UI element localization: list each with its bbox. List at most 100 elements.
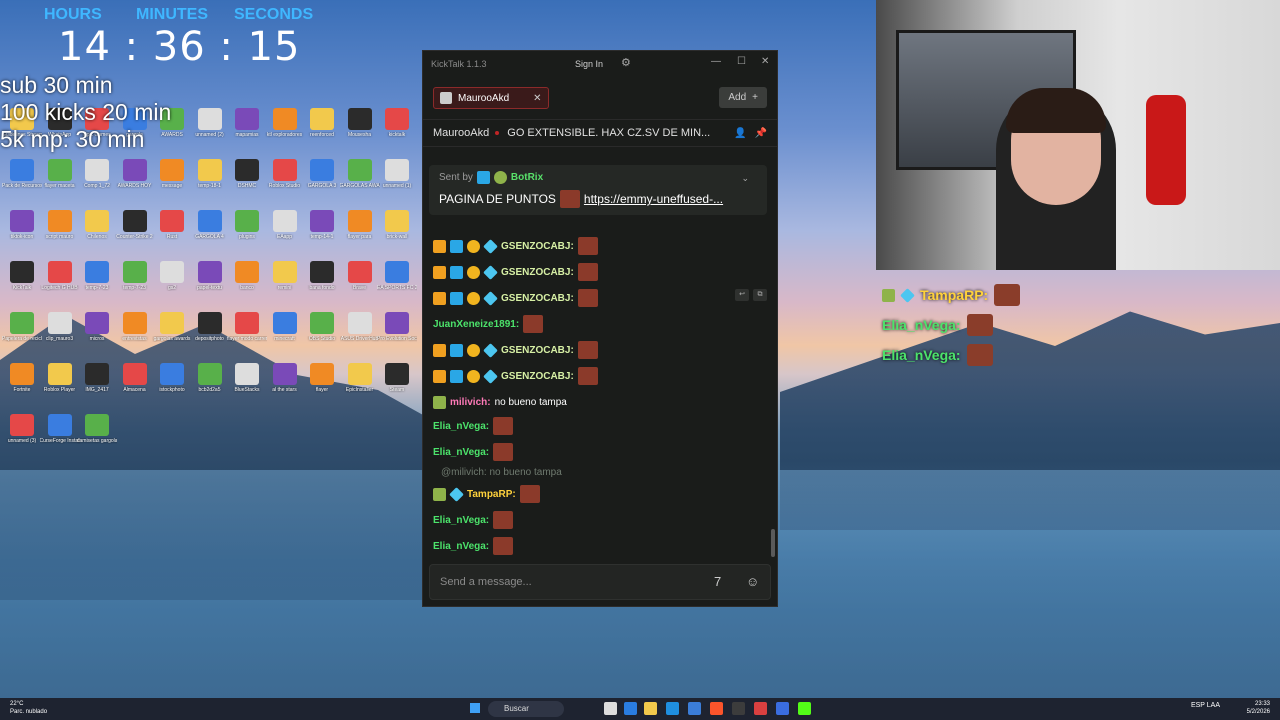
desktop-icon[interactable]: istockphoto <box>152 363 192 407</box>
chat-message[interactable]: Elia_nVega: <box>433 535 514 557</box>
desktop-icon[interactable]: CurseForge Installer <box>40 414 80 458</box>
chat-username[interactable]: milivich: <box>450 397 491 408</box>
desktop-icon[interactable]: remini <box>265 261 305 305</box>
desktop-icon[interactable]: Mousesha <box>340 108 380 152</box>
desktop-icon[interactable]: GARGOLAS AWARD <box>340 159 380 203</box>
chat-username[interactable]: GSENZOCABJ: <box>501 293 574 304</box>
desktop-icon[interactable]: depositphoto <box>190 312 230 356</box>
chevron-down-icon[interactable]: ⌄ <box>741 173 749 184</box>
desktop-icon[interactable]: mapamias <box>227 108 267 152</box>
chat-username[interactable]: Elia_nVega: <box>433 541 489 552</box>
chat-message[interactable]: GSENZOCABJ: <box>433 339 598 361</box>
kicktalk-taskbar-icon[interactable] <box>798 702 811 715</box>
chat-message[interactable]: GSENZOCABJ: <box>433 365 598 387</box>
desktop-icon[interactable]: bana fondo <box>302 261 342 305</box>
desktop-icon[interactable]: papel-textu <box>190 261 230 305</box>
desktop-icon[interactable]: GARGOLA 3 <box>302 159 342 203</box>
desktop-icon[interactable]: message <box>152 159 192 203</box>
brave-icon[interactable] <box>710 702 723 715</box>
desktop-icon[interactable]: entrevistas <box>115 312 155 356</box>
desktop-icon[interactable]: Comp 1_72 <box>77 159 117 203</box>
system-tray[interactable]: ESP LAA <box>1191 702 1220 709</box>
desktop-icon[interactable]: GARGOLA 4 <box>190 210 230 254</box>
desktop-icon[interactable]: Counter-Strike 2 <box>115 210 155 254</box>
gear-icon[interactable]: ⚙ <box>621 56 631 69</box>
chat-message[interactable]: GSENZOCABJ: <box>433 287 598 309</box>
close-tab-icon[interactable]: ✕ <box>533 93 541 104</box>
notepad-icon[interactable] <box>776 702 789 715</box>
desktop-icon[interactable]: Papelera de reciclaje <box>2 312 42 356</box>
desktop-icon[interactable]: AWARDS HOY <box>115 159 155 203</box>
chat-message[interactable]: GSENZOCABJ: <box>433 261 598 283</box>
desktop-icon[interactable]: kicktalk <box>377 108 417 152</box>
desktop-icon[interactable]: IMG_2417 <box>77 363 117 407</box>
clock[interactable]: 23:33 5/2/2026 <box>1247 700 1270 716</box>
language-indicator[interactable]: ESP LAA <box>1191 702 1220 709</box>
chat-username[interactable]: Elia_nVega: <box>433 421 489 432</box>
chat-username[interactable]: GSENZOCABJ: <box>501 371 574 382</box>
desktop-icon[interactable]: Brave <box>340 261 380 305</box>
desktop-icon[interactable]: temp-18-1 <box>190 159 230 203</box>
tab-maurooakd[interactable]: MaurooAkd ✕ <box>433 87 549 109</box>
desktop-icon[interactable]: script mauro <box>40 210 80 254</box>
pin-icon[interactable]: 📌 <box>755 128 767 139</box>
recorder-icon[interactable] <box>754 702 767 715</box>
desktop-icon[interactable]: KickTalk <box>2 261 42 305</box>
sign-in-button[interactable]: Sign In <box>575 59 603 69</box>
pinned-message[interactable]: Sent by BotRix PAGINA DE PUNTOS https://… <box>429 165 767 215</box>
desktop-icon[interactable]: flayer para <box>340 210 380 254</box>
chat-username[interactable]: Elia_nVega: <box>433 447 489 458</box>
file-explorer-icon[interactable] <box>644 702 657 715</box>
desktop-icon[interactable]: flayer maceta <box>40 159 80 203</box>
chat-scrollbar[interactable] <box>771 529 775 557</box>
desktop-icon[interactable]: DSHMC <box>227 159 267 203</box>
seventv-emote-icon[interactable]: 7 <box>714 574 721 589</box>
taskbar-search[interactable]: Buscar <box>488 701 564 717</box>
desktop-icon[interactable]: temp-7-23 <box>77 261 117 305</box>
desktop-icon[interactable]: Steam <box>377 363 417 407</box>
desktop-icon[interactable]: OBS Studio <box>302 312 342 356</box>
desktop-icon[interactable]: Rust <box>152 210 192 254</box>
desktop-icon[interactable]: banco <box>227 261 267 305</box>
desktop-icon[interactable]: temp-7-23 <box>115 261 155 305</box>
close-icon[interactable]: ✕ <box>761 56 769 67</box>
desktop-icon[interactable]: gargolas awards <box>152 312 192 356</box>
chat-username[interactable]: GSENZOCABJ: <box>501 267 574 278</box>
desktop-icon[interactable]: Chilenos <box>77 210 117 254</box>
chat-username[interactable]: Elia_nVega: <box>433 515 489 526</box>
desktop-icon[interactable]: unnamed (2) <box>190 108 230 152</box>
pinned-link[interactable]: https://emmy-uneffused-... <box>584 192 723 206</box>
desktop-icon[interactable]: unnamed (3) <box>2 414 42 458</box>
desktop-icon[interactable]: Roblox Studio <box>265 159 305 203</box>
edge-icon[interactable] <box>624 702 637 715</box>
chat-message[interactable]: Elia_nVega: <box>433 415 514 437</box>
desktop-icon[interactable]: clip_mauro3 <box>40 312 80 356</box>
reply-context[interactable]: @milivich: no bueno tampa <box>441 467 562 478</box>
desktop-icon[interactable]: reenforced <box>302 108 342 152</box>
maximize-icon[interactable]: ☐ <box>737 56 746 67</box>
chat-username[interactable]: JuanXeneize1891: <box>433 319 519 330</box>
desktop-icon[interactable]: ASUS DriverHub <box>340 312 380 356</box>
desktop-icon[interactable]: Logitech G HUB <box>40 261 80 305</box>
user-icon[interactable]: 👤 <box>734 128 746 139</box>
chat-username[interactable]: GSENZOCABJ: <box>501 241 574 252</box>
chat-message[interactable]: TampaRP: <box>433 483 540 505</box>
desktop-icon[interactable]: minecraft <box>265 312 305 356</box>
desktop-icon[interactable]: EA SPORTS FC 26 <box>377 261 417 305</box>
task-view-icon[interactable] <box>604 702 617 715</box>
chat-message[interactable]: Elia_nVega: <box>433 509 514 531</box>
desktop-icon[interactable]: plugins <box>227 210 267 254</box>
weather-widget[interactable]: 22°C Parc. nublado <box>10 700 47 716</box>
obs-icon[interactable] <box>732 702 745 715</box>
desktop-icon[interactable]: flayer modo carrera <box>227 312 267 356</box>
desktop-icon[interactable]: gs2 <box>152 261 192 305</box>
desktop-icon[interactable]: tiktok-icon <box>2 210 42 254</box>
edge-browser-icon[interactable] <box>666 702 679 715</box>
desktop-icon[interactable]: BlueStacks <box>227 363 267 407</box>
minimize-icon[interactable]: — <box>711 56 721 67</box>
reply-icon[interactable]: ↩ <box>735 289 749 301</box>
desktop-icon[interactable]: al the stars <box>265 363 305 407</box>
desktop-icon[interactable]: Roblox Player <box>40 363 80 407</box>
chat-username[interactable]: TampaRP: <box>467 489 516 500</box>
chat-message[interactable]: GSENZOCABJ: <box>433 235 598 257</box>
